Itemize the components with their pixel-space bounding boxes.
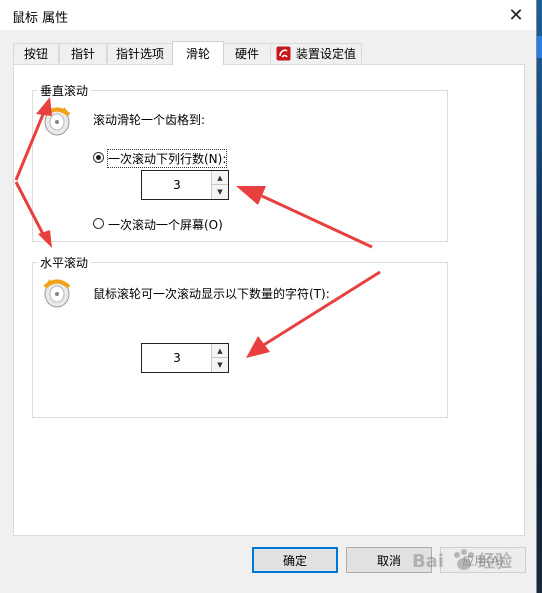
spin-down-icon[interactable]: ▼ [212,358,228,372]
tab-device-settings[interactable]: 装置设定值 [270,43,362,63]
mouse-wheel-icon [42,275,72,309]
horizontal-description: 鼠标滚轮可一次滚动显示以下数量的字符(T): [93,287,330,301]
vertical-lines-value[interactable]: 3 [142,171,212,199]
title-bar: 鼠标 属性 ✕ [0,0,536,30]
mouse-properties-window: 鼠标 属性 ✕ 按钮 指针 指针选项 滑轮 硬件 装置设定值 垂直滚动 滚动滑轮… [0,0,536,593]
tab-label: 硬件 [234,47,259,61]
radio-scroll-screen[interactable] [93,218,104,229]
vertical-description: 滚动滑轮一个齿格到: [93,113,206,127]
wheel-tab-panel: 垂直滚动 滚动滑轮一个齿格到: 一次滚动下列行数(N): 3 ▲ ▼ 一次滚动一… [13,64,525,536]
stepper-buttons: ▲ ▼ [211,344,228,372]
tab-buttons[interactable]: 按钮 [13,43,59,63]
spin-up-icon[interactable]: ▲ [212,171,228,185]
svg-text:Bai: Bai [412,551,444,572]
baidu-watermark: Bai 经验 [412,545,532,575]
close-button[interactable]: ✕ [502,2,530,28]
svg-text:经验: 经验 [478,551,513,572]
tab-label: 滑轮 [185,47,210,61]
spin-down-icon[interactable]: ▼ [212,185,228,199]
tab-label: 按钮 [23,47,48,61]
horizontal-scroll-label: 水平滚动 [37,254,92,271]
tab-pointers[interactable]: 指针 [59,43,107,63]
tab-label: 指针选项 [115,47,164,61]
synaptics-device-icon [276,46,291,61]
tab-wheel[interactable]: 滑轮 [172,41,224,65]
close-icon: ✕ [508,4,524,26]
mouse-wheel-icon [42,103,72,137]
ok-button[interactable]: 确定 [252,547,338,573]
window-title: 鼠标 属性 [12,11,69,26]
horizontal-chars-value[interactable]: 3 [142,344,212,372]
tab-label: 指针 [70,47,95,61]
vertical-lines-stepper[interactable]: 3 ▲ ▼ [141,170,229,200]
vertical-scroll-label: 垂直滚动 [37,82,92,99]
tab-label: 装置设定值 [295,47,356,61]
radio-scroll-screen-label[interactable]: 一次滚动一个屏幕(O) [108,216,223,233]
stepper-buttons: ▲ ▼ [211,171,228,199]
radio-scroll-lines[interactable] [93,152,104,163]
spin-up-icon[interactable]: ▲ [212,344,228,358]
horizontal-chars-stepper[interactable]: 3 ▲ ▼ [141,343,229,373]
tab-pointer-options[interactable]: 指针选项 [107,43,173,63]
radio-scroll-lines-label[interactable]: 一次滚动下列行数(N): [106,149,228,168]
tab-hardware[interactable]: 硬件 [223,43,271,63]
